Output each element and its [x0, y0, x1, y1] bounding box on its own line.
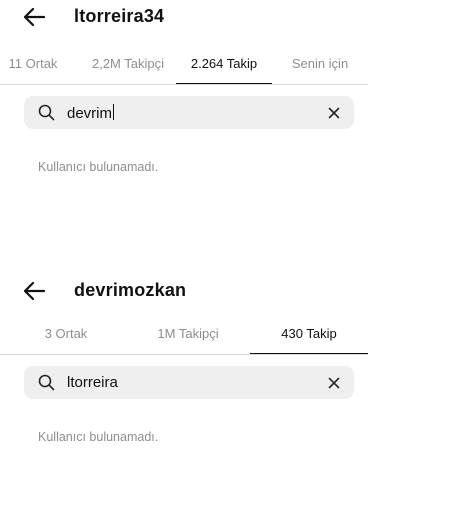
tab-bar: 3 Ortak 1M Takipçi 430 Takip — [0, 316, 368, 356]
profile-header: ltorreira34 — [0, 0, 464, 34]
tab-for-you[interactable]: Senin için — [286, 46, 354, 84]
tab-mutual[interactable]: 11 Ortak — [6, 46, 60, 84]
profile-username: ltorreira34 — [74, 6, 165, 26]
tab-following[interactable]: 430 Takip — [250, 316, 368, 354]
profile-username: devrimozkan — [74, 280, 187, 300]
back-arrow-icon[interactable] — [22, 6, 46, 28]
search-icon — [38, 374, 55, 391]
search-query-text: devrim — [67, 105, 113, 122]
tab-followers[interactable]: 2,2M Takipçi — [88, 46, 168, 84]
back-arrow-icon[interactable] — [22, 280, 46, 302]
no-results-message: Kullanıcı bulunamadı. — [38, 160, 159, 174]
tab-followers[interactable]: 1M Takipçi — [138, 316, 238, 354]
text-caret — [113, 104, 115, 120]
no-results-message: Kullanıcı bulunamadı. — [38, 430, 159, 444]
search-field[interactable]: devrim — [24, 96, 354, 129]
search-query-text: ltorreira — [67, 374, 118, 391]
clear-icon[interactable] — [328, 376, 340, 389]
tab-following[interactable]: 2.264 Takip — [176, 46, 272, 84]
tab-bar: 11 Ortak 2,2M Takipçi 2.264 Takip Senin … — [0, 46, 368, 86]
following-screen-devrimozkan: devrimozkan 3 Ortak 1M Takipçi 430 Takip… — [0, 270, 464, 507]
tab-mutual[interactable]: 3 Ortak — [28, 316, 104, 354]
following-screen-ltorreira34: ltorreira34 11 Ortak 2,2M Takipçi 2.264 … — [0, 0, 464, 237]
search-input[interactable]: ltorreira — [67, 374, 118, 391]
clear-icon[interactable] — [328, 106, 340, 119]
search-field[interactable]: ltorreira — [24, 366, 354, 399]
tab-divider — [0, 354, 368, 355]
profile-header: devrimozkan — [0, 274, 464, 308]
search-input[interactable]: devrim — [67, 104, 115, 122]
search-icon — [38, 104, 55, 121]
tab-divider — [0, 84, 368, 85]
